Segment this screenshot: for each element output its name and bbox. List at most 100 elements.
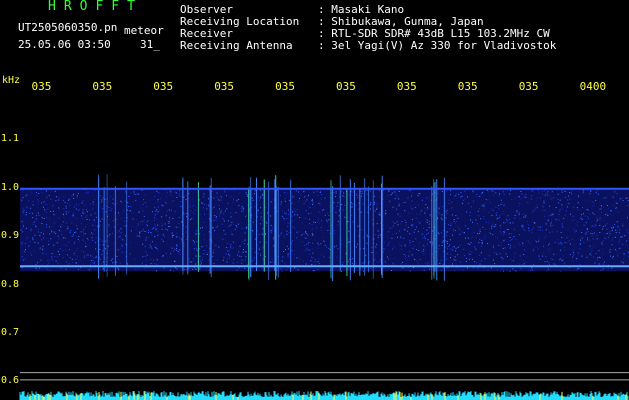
noise-speckle [21, 199, 23, 201]
noise-speckle [505, 218, 507, 220]
noise-speckle [113, 242, 115, 244]
noise-speckle [516, 210, 518, 212]
noise-speckle [198, 248, 200, 250]
noise-speckle [327, 229, 329, 231]
noise-speckle [118, 230, 120, 232]
noise-speckle [105, 211, 107, 213]
noise-speckle [223, 220, 225, 222]
noise-speckle [407, 226, 409, 228]
noise-speckle [22, 207, 24, 209]
noise-speckle [595, 221, 597, 222]
noise-speckle [143, 219, 145, 221]
noise-speckle [311, 224, 313, 226]
noise-speckle [75, 231, 77, 233]
noise-speckle [579, 264, 581, 266]
noise-speckle [605, 197, 607, 198]
noise-speckle [501, 241, 503, 243]
noise-speckle [445, 233, 447, 235]
noise-speckle [270, 261, 272, 263]
noise-speckle [561, 260, 563, 261]
noise-speckle [324, 197, 326, 199]
noise-speckle [605, 214, 607, 216]
noise-speckle [513, 246, 515, 248]
noise-speckle [140, 221, 141, 223]
noise-speckle [232, 262, 234, 264]
noise-speckle [152, 211, 153, 213]
noise-speckle [93, 220, 95, 222]
noise-speckle [199, 233, 201, 235]
noise-speckle [392, 262, 394, 264]
noise-speckle [498, 193, 500, 195]
noise-speckle [136, 193, 138, 195]
noise-speckle [165, 228, 167, 230]
noise-speckle [55, 260, 57, 262]
noise-speckle [54, 190, 56, 192]
noise-speckle [31, 212, 33, 214]
noise-speckle [507, 256, 508, 257]
noise-speckle [357, 197, 359, 199]
noise-speckle [112, 220, 114, 222]
noise-speckle [60, 267, 62, 269]
noise-speckle [426, 197, 428, 199]
noise-speckle [619, 247, 621, 249]
noise-speckle [76, 248, 78, 250]
noise-speckle [615, 232, 617, 234]
noise-speckle [453, 221, 455, 223]
noise-speckle [619, 238, 621, 240]
noise-speckle [23, 251, 25, 253]
noise-speckle [475, 219, 477, 221]
noise-speckle [489, 202, 491, 204]
noise-speckle [41, 202, 43, 204]
noise-speckle [176, 245, 178, 247]
noise-speckle [216, 226, 218, 228]
noise-speckle [502, 248, 504, 250]
noise-speckle [231, 261, 233, 263]
noise-speckle [370, 208, 371, 210]
noise-speckle [581, 255, 583, 257]
noise-speckle [391, 191, 393, 193]
noise-speckle [446, 209, 448, 211]
noise-speckle [569, 243, 571, 245]
noise-speckle [273, 261, 275, 263]
noise-speckle [30, 252, 32, 254]
noise-speckle [477, 223, 479, 225]
noise-speckle [469, 244, 471, 246]
noise-speckle [377, 234, 379, 236]
noise-speckle [416, 213, 418, 215]
noise-speckle [174, 260, 175, 262]
noise-speckle [323, 241, 325, 243]
noise-speckle [308, 194, 309, 196]
noise-speckle [333, 202, 335, 204]
noise-speckle [571, 220, 573, 221]
noise-speckle [568, 195, 569, 197]
noise-speckle [570, 192, 572, 194]
noise-speckle [73, 243, 75, 245]
noise-speckle [529, 243, 531, 244]
noise-speckle [328, 225, 330, 227]
noise-speckle [430, 242, 431, 244]
noise-speckle [616, 221, 618, 223]
noise-speckle [487, 269, 489, 271]
noise-speckle [188, 257, 190, 259]
noise-speckle [335, 245, 337, 247]
noise-speckle [594, 262, 596, 264]
noise-speckle [418, 204, 420, 206]
noise-speckle [81, 250, 83, 252]
noise-speckle [78, 236, 80, 237]
noise-speckle [502, 268, 504, 270]
noise-speckle [309, 207, 311, 209]
noise-speckle [246, 194, 248, 196]
noise-speckle [525, 196, 527, 198]
noise-speckle [428, 207, 430, 209]
noise-speckle [547, 219, 549, 221]
noise-speckle [468, 253, 470, 255]
noise-speckle [241, 206, 243, 207]
noise-speckle [89, 209, 91, 211]
noise-speckle [203, 196, 204, 198]
noise-speckle [543, 200, 545, 202]
noise-speckle [112, 232, 113, 234]
noise-speckle [65, 268, 67, 270]
noise-speckle [596, 259, 598, 261]
noise-speckle [308, 213, 310, 215]
noise-speckle [384, 261, 386, 263]
